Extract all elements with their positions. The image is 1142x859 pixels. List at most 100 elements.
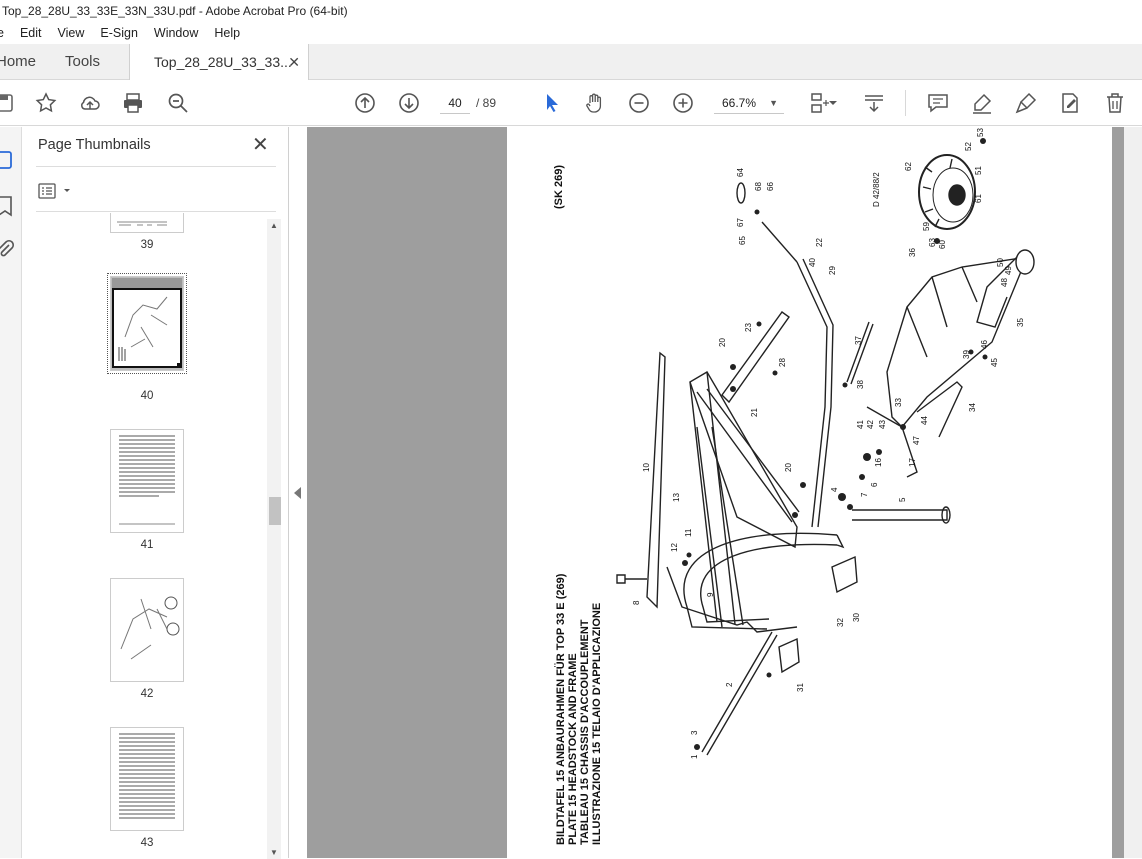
chevron-down-icon: ▼: [769, 98, 778, 108]
menu-bar: e Edit View E-Sign Window Help: [0, 22, 1142, 44]
part-label-66: 66: [766, 182, 775, 191]
part-label-13: 13: [672, 493, 681, 502]
thumbnail-options-icon[interactable]: [38, 181, 78, 201]
page-number-input[interactable]: 40: [440, 92, 470, 114]
part-label-31: 31: [796, 683, 805, 692]
part-label-45: 45: [990, 358, 999, 367]
select-cursor-icon[interactable]: [540, 91, 564, 115]
page-thumbnails-icon[interactable]: [0, 149, 16, 171]
toolbar: 40 / 89 66.7% ▼: [0, 80, 1142, 126]
part-label-3: 3: [690, 730, 699, 735]
part-label-9: 9: [706, 592, 715, 597]
part-label-38: 38: [856, 380, 865, 389]
thumbnail-page-43[interactable]: [110, 727, 184, 831]
edit-pdf-icon[interactable]: [1058, 91, 1082, 115]
thumbnail-label: 41: [140, 539, 154, 551]
attachments-icon[interactable]: [0, 239, 16, 261]
part-label-5: 5: [898, 497, 907, 502]
window-title: Top_28_28U_33_33E_33N_33U.pdf - Adobe Ac…: [0, 0, 1142, 22]
zoom-level-select[interactable]: 66.7% ▼: [714, 92, 784, 114]
part-label-22: 22: [815, 238, 824, 247]
tab-bar: Home Tools Top_28_28U_33_33... ✕: [0, 44, 1142, 81]
part-label-21: 21: [750, 408, 759, 417]
tab-document-label: Top_28_28U_33_33...: [154, 54, 292, 70]
menu-window[interactable]: Window: [146, 22, 206, 44]
document-scrollbar[interactable]: [1124, 127, 1142, 858]
pdf-page: (SK 269) BILDTAFEL 15 ANBAURAHMEN FÜR TO…: [507, 127, 1112, 858]
zoom-out-icon[interactable]: [627, 91, 651, 115]
part-label-42: 42: [866, 420, 875, 429]
part-label-39: 39: [962, 350, 971, 359]
part-label-23: 23: [744, 323, 753, 332]
page-fit-dropdown-icon[interactable]: [828, 91, 838, 115]
scroll-down-icon[interactable]: ▼: [267, 848, 281, 857]
delete-trash-icon[interactable]: [1103, 91, 1127, 115]
scroll-up-icon[interactable]: ▲: [267, 221, 281, 230]
menu-file[interactable]: e: [0, 22, 12, 44]
upload-cloud-icon[interactable]: [78, 91, 102, 115]
part-label-47: 47: [912, 436, 921, 445]
bookmarks-icon[interactable]: [0, 195, 16, 217]
thumbnail-page-40[interactable]: [107, 273, 187, 374]
part-label-43: 43: [878, 420, 887, 429]
scrollbar-thumb[interactable]: [269, 497, 281, 525]
highlight-pen-icon[interactable]: [970, 91, 994, 115]
panel-divider: [36, 211, 276, 212]
part-label-35: 35: [1016, 318, 1025, 327]
panel-divider: [36, 166, 276, 167]
part-label-48: 48: [1000, 278, 1009, 287]
page-thumbnails-panel: Page Thumbnails ✕ 39 40 41 42 43 ▲ ▼: [22, 127, 289, 859]
part-label-40: 40: [808, 258, 817, 267]
zoom-level-value: 66.7%: [722, 96, 757, 110]
print-icon[interactable]: [121, 91, 145, 115]
part-label-10: 10: [642, 463, 651, 472]
menu-help[interactable]: Help: [206, 22, 248, 44]
part-label-44: 44: [920, 416, 929, 425]
thumbnail-label: 42: [140, 688, 154, 700]
thumbnail-list: 39 40 41 42 43: [22, 213, 267, 858]
thumbnail-page-39[interactable]: [110, 213, 184, 233]
zoom-search-icon[interactable]: [166, 91, 190, 115]
thumbnail-page-41[interactable]: [110, 429, 184, 533]
document-view[interactable]: (SK 269) BILDTAFEL 15 ANBAURAHMEN FÜR TO…: [307, 127, 1142, 858]
comment-icon[interactable]: [926, 91, 950, 115]
thumbnail-label: 40: [140, 390, 154, 402]
part-label-49: 49: [1004, 266, 1013, 275]
part-label-52: 52: [964, 142, 973, 151]
hand-tool-icon[interactable]: [583, 91, 607, 115]
part-label-11: 11: [684, 528, 693, 537]
part-label-61: 61: [974, 194, 983, 203]
menu-view[interactable]: View: [50, 22, 93, 44]
part-label-33: 33: [894, 398, 903, 407]
part-label-67: 67: [736, 218, 745, 227]
part-label-60: 60: [938, 240, 947, 249]
collapse-panel-icon[interactable]: [294, 487, 301, 499]
part-label-20b: 20: [718, 338, 727, 347]
tab-tools[interactable]: Tools: [65, 44, 100, 80]
thumbnail-scrollbar[interactable]: ▲ ▼: [267, 219, 281, 859]
tab-home[interactable]: Home: [0, 44, 36, 80]
menu-edit[interactable]: Edit: [12, 22, 50, 44]
part-label-68: 68: [754, 182, 763, 191]
bookmark-star-icon[interactable]: [34, 91, 58, 115]
part-label-2: 2: [725, 682, 734, 687]
part-label-20: 20: [784, 463, 793, 472]
panel-splitter[interactable]: [290, 127, 307, 858]
thumbnail-label: 39: [140, 239, 154, 251]
part-label-12: 12: [670, 543, 679, 552]
sign-icon[interactable]: [1014, 91, 1038, 115]
part-label-63: 63: [928, 238, 937, 247]
thumbnail-label: 43: [140, 837, 154, 849]
save-icon[interactable]: [0, 91, 16, 115]
zoom-in-icon[interactable]: [671, 91, 695, 115]
part-label-1: 1: [690, 754, 699, 759]
thumbnail-page-42[interactable]: [110, 578, 184, 682]
previous-page-icon[interactable]: [353, 91, 377, 115]
close-tab-icon[interactable]: ✕: [288, 44, 300, 80]
tab-document[interactable]: Top_28_28U_33_33... ✕: [129, 44, 309, 81]
menu-esign[interactable]: E-Sign: [92, 22, 146, 44]
next-page-icon[interactable]: [397, 91, 421, 115]
part-label-53: 53: [976, 128, 985, 137]
scroll-mode-icon[interactable]: [862, 91, 886, 115]
close-panel-icon[interactable]: ✕: [252, 135, 269, 155]
